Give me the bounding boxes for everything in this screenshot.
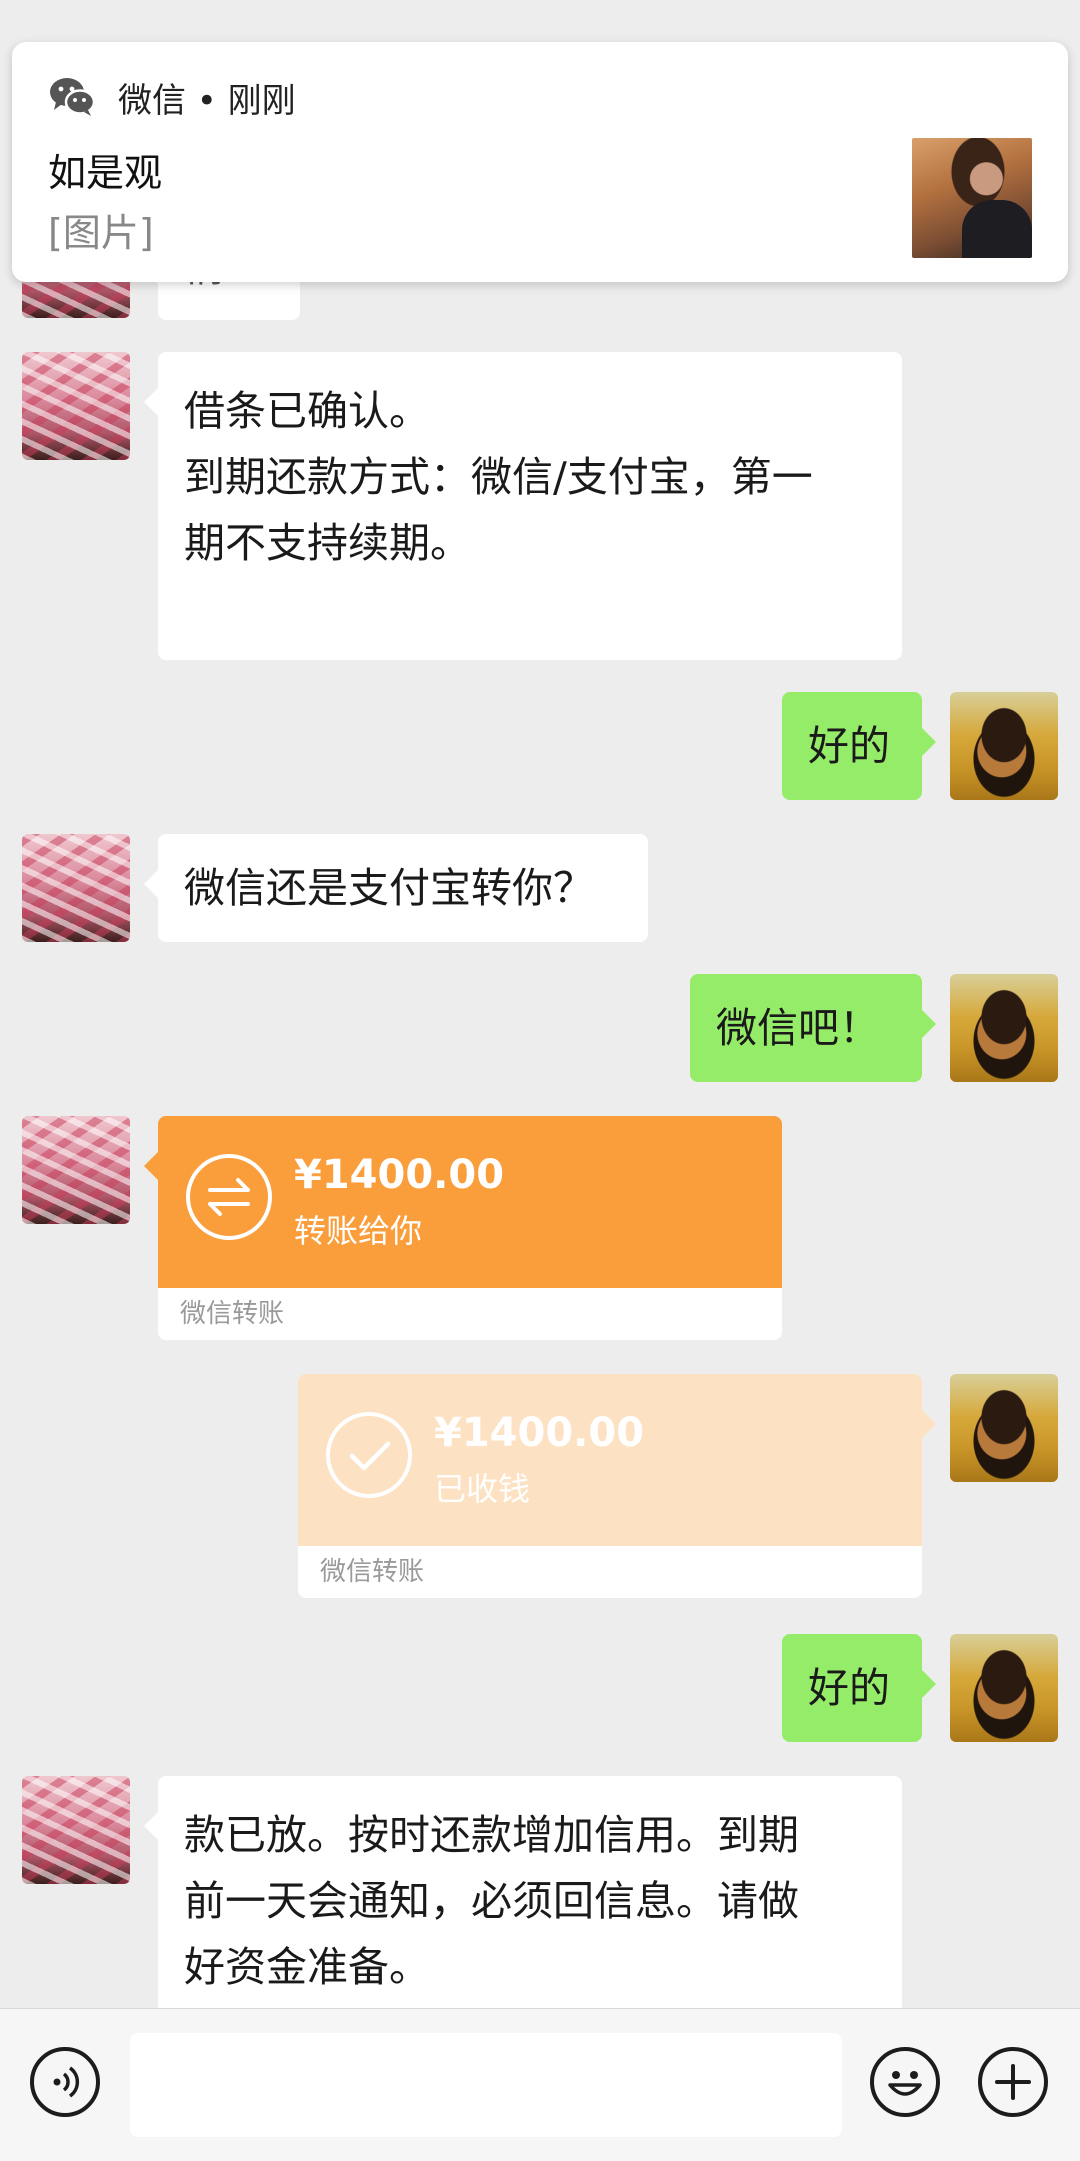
avatar-self[interactable] — [950, 692, 1058, 800]
wechat-icon — [50, 78, 96, 116]
avatar-self[interactable] — [950, 1374, 1058, 1482]
message-bubble-loan-confirm[interactable]: 借条已确认。 到期还款方式：微信/支付宝，第一 期不支持续期。 — [144, 352, 902, 660]
transfer-status: 已收钱 — [434, 1470, 531, 1508]
transfer-card-received[interactable]: ¥1400.00 已收钱 微信转账 — [298, 1374, 936, 1598]
avatar-self[interactable] — [950, 974, 1058, 1082]
transfer-footer: 微信转账 — [298, 1546, 922, 1598]
emoji-icon[interactable] — [870, 2047, 940, 2117]
notification-app-row: 微信 • 刚刚 — [48, 72, 296, 122]
avatar-self[interactable] — [950, 1634, 1058, 1742]
avatar-lender[interactable] — [22, 1776, 130, 1884]
transfer-arrows-icon — [186, 1154, 272, 1240]
message-bubble-loan-released[interactable]: 款已放。按时还款增加信用。到期 前一天会通知，必须回信息。请做 好资金准备。 — [144, 1776, 902, 2036]
notification-app-label: 微信 • 刚刚 — [118, 80, 296, 121]
voice-icon[interactable] — [30, 2047, 100, 2117]
message-bubble-self-ok[interactable]: 好的 — [782, 692, 936, 800]
transfer-status: 转账给你 — [294, 1212, 423, 1250]
checkmark-icon — [326, 1412, 412, 1498]
avatar-lender[interactable] — [22, 352, 130, 460]
notification-sender: 如是观 — [48, 151, 163, 195]
notification-image-thumbnail — [912, 138, 1032, 258]
chat-input-bar — [0, 2008, 1080, 2161]
message-bubble-self-ok[interactable]: 好的 — [782, 1634, 936, 1742]
message-bubble-ask-method[interactable]: 微信还是支付宝转你？ — [144, 834, 648, 942]
notification-banner[interactable]: 微信 • 刚刚 如是观 [图片] — [12, 42, 1068, 282]
notification-preview: [图片] — [48, 211, 154, 255]
transfer-amount: ¥1400.00 — [294, 1152, 505, 1198]
avatar-lender[interactable] — [22, 834, 130, 942]
plus-icon[interactable] — [978, 2047, 1048, 2117]
avatar-lender[interactable] — [22, 1116, 130, 1224]
message-input[interactable] — [130, 2033, 842, 2137]
transfer-footer: 微信转账 — [158, 1288, 782, 1340]
transfer-amount: ¥1400.00 — [434, 1410, 645, 1456]
message-bubble-self-wechat[interactable]: 微信吧！ — [690, 974, 936, 1082]
transfer-card-sent[interactable]: ¥1400.00 转账给你 微信转账 — [144, 1116, 782, 1340]
